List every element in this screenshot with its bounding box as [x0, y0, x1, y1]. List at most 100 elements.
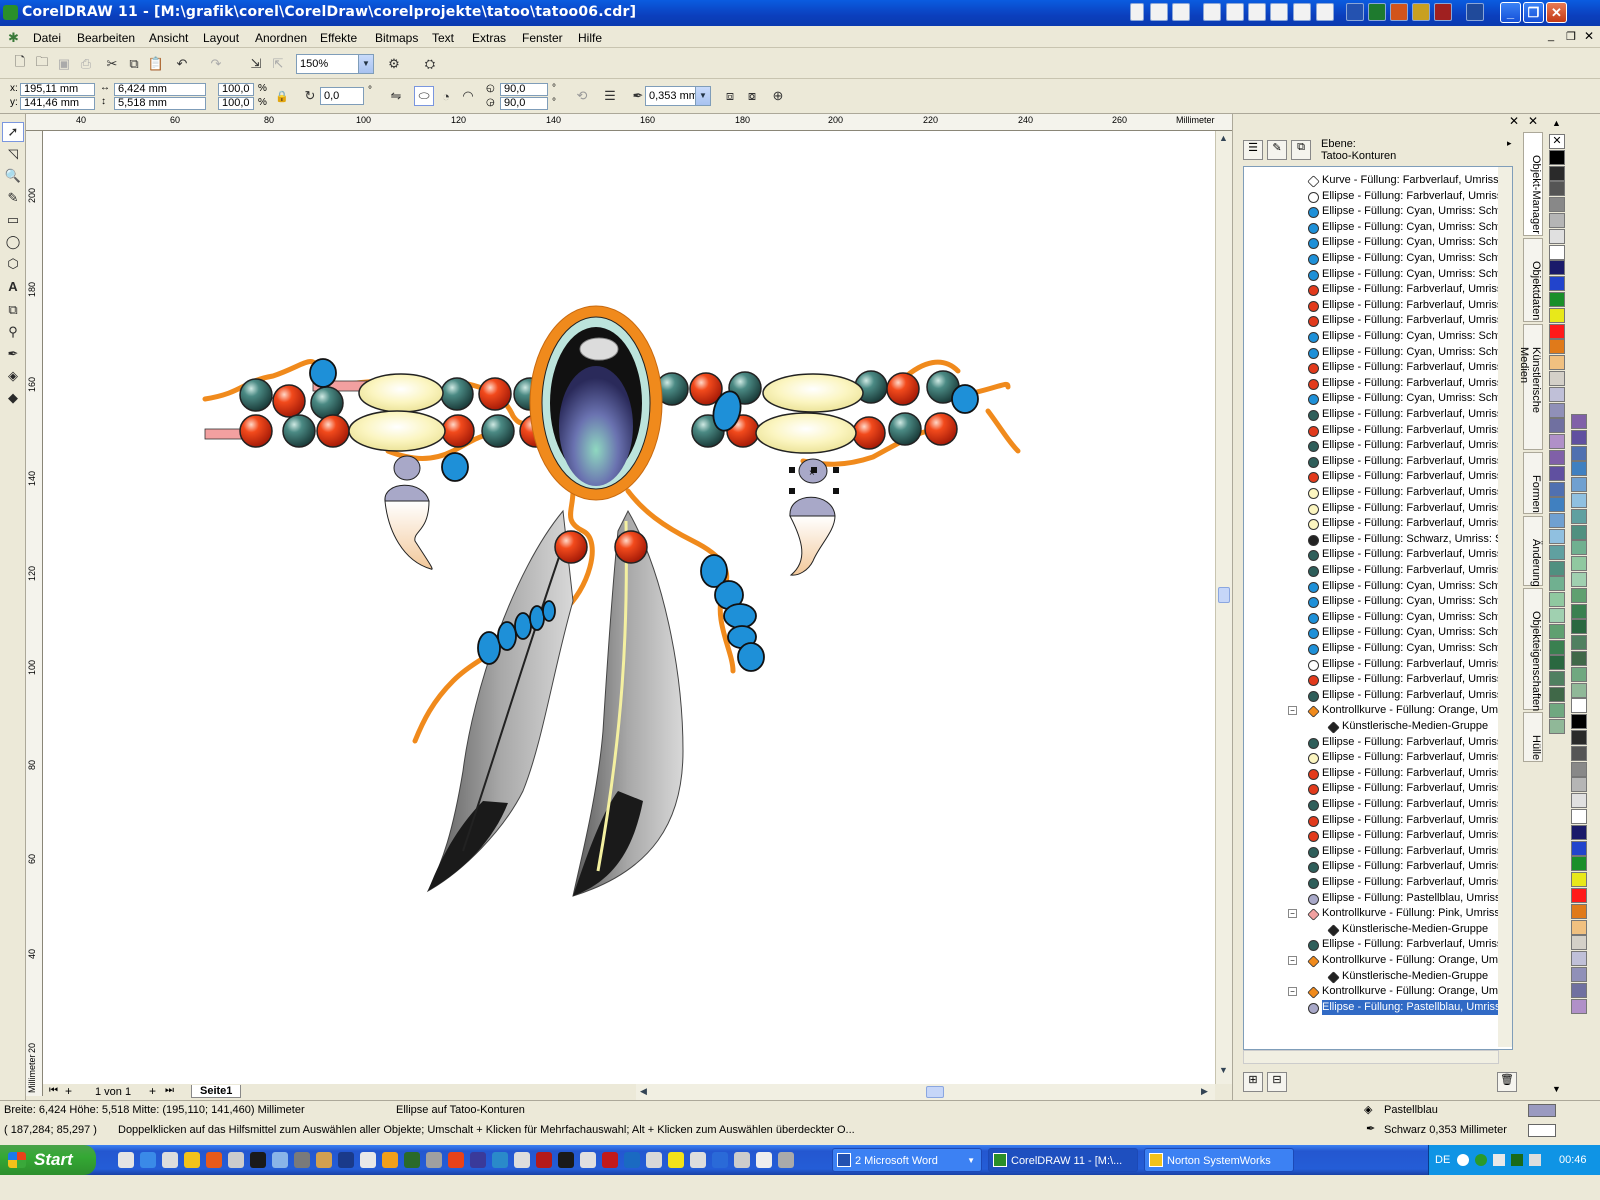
quicklaunch-icon[interactable] — [492, 1152, 508, 1168]
color-swatch[interactable] — [1571, 508, 1587, 524]
quicklaunch-icon[interactable] — [1226, 3, 1244, 21]
quicklaunch-icon[interactable] — [690, 1152, 706, 1168]
color-swatch[interactable] — [1571, 651, 1587, 666]
quicklaunch-icon[interactable] — [712, 1152, 728, 1168]
quicklaunch-icon[interactable] — [624, 1152, 640, 1168]
tab-objektdaten[interactable]: Objektdaten — [1523, 238, 1543, 322]
color-swatch[interactable] — [1549, 623, 1565, 639]
polygon-tool-icon[interactable]: ⬡ — [2, 254, 24, 274]
color-swatch[interactable] — [1549, 355, 1565, 371]
mail-icon[interactable] — [1203, 3, 1221, 21]
delete-icon[interactable]: 🗑 — [1497, 1072, 1517, 1092]
lock-ratio-icon[interactable]: 🔒 — [272, 86, 292, 106]
save-icon[interactable]: ▣ — [54, 54, 74, 74]
menu-text[interactable]: Text — [432, 31, 454, 45]
color-swatch[interactable] — [1571, 809, 1587, 824]
color-swatch[interactable] — [1571, 619, 1587, 635]
scroll-up-icon[interactable]: ▲ — [1219, 133, 1228, 143]
color-swatch[interactable] — [1549, 292, 1565, 307]
tray-icon[interactable] — [1511, 1154, 1523, 1166]
tab-aenderung[interactable]: Änderung — [1523, 516, 1543, 587]
doc-minimize-button[interactable]: _ — [1548, 30, 1554, 42]
vertical-ruler[interactable]: 200 180 160 140 120 100 80 60 40 20 Mill… — [26, 131, 43, 1096]
last-page-icon[interactable]: ⏭ — [165, 1085, 174, 1096]
tree-hscroll[interactable] — [1243, 1050, 1499, 1064]
width-input[interactable]: 6,424 mm — [114, 83, 206, 96]
scroll-thumb[interactable] — [926, 1086, 944, 1098]
color-swatch[interactable] — [1549, 639, 1565, 655]
paste-icon[interactable]: 📋 — [146, 54, 166, 74]
quicklaunch-icon[interactable] — [206, 1152, 222, 1168]
menu-anordnen[interactable]: Anordnen — [255, 31, 307, 45]
tray-icon[interactable] — [1475, 1154, 1487, 1166]
color-swatch[interactable] — [1571, 919, 1587, 935]
color-swatch[interactable] — [1549, 465, 1565, 481]
horizontal-scrollbar[interactable]: ◀ ▶ — [636, 1084, 1215, 1100]
color-swatch[interactable] — [1571, 603, 1587, 619]
color-swatch[interactable] — [1571, 888, 1587, 903]
color-swatch[interactable] — [1571, 540, 1587, 556]
quicklaunch-icon[interactable] — [580, 1152, 596, 1168]
y-position-input[interactable]: 141,46 mm — [20, 97, 95, 110]
rotate-icon[interactable]: ↻ — [300, 86, 320, 106]
quicklaunch-icon[interactable] — [514, 1152, 530, 1168]
color-swatch[interactable] — [1549, 244, 1565, 260]
color-swatch[interactable] — [1571, 556, 1587, 572]
copy-icon[interactable]: ⧉ — [124, 54, 144, 74]
tree-vscroll[interactable] — [1498, 167, 1512, 1047]
tab-huelle[interactable]: Hülle — [1523, 712, 1543, 762]
menu-extras[interactable]: Extras — [472, 31, 506, 45]
scroll-down-icon[interactable]: ▼ — [1219, 1065, 1228, 1075]
quicklaunch-icon[interactable] — [1466, 3, 1484, 21]
cut-icon[interactable]: ✂ — [102, 54, 122, 74]
color-swatch[interactable] — [1549, 702, 1565, 718]
new-icon[interactable]: 🗋 — [10, 54, 30, 74]
color-swatch[interactable] — [1549, 418, 1565, 434]
menu-bitmaps[interactable]: Bitmaps — [375, 31, 418, 45]
color-swatch[interactable] — [1571, 856, 1587, 872]
quicklaunch-icon[interactable] — [118, 1152, 134, 1168]
color-swatch[interactable] — [1571, 745, 1587, 761]
maximize-button[interactable]: ❐ — [1523, 2, 1544, 23]
quicklaunch-icon[interactable] — [382, 1152, 398, 1168]
pie-mode-icon[interactable]: ◔ — [436, 86, 456, 106]
color-swatch[interactable] — [1549, 307, 1565, 323]
convert-to-curves-icon[interactable]: ⊕ — [768, 86, 788, 106]
tray-icon[interactable] — [1457, 1154, 1469, 1166]
quicklaunch-icon[interactable] — [272, 1152, 288, 1168]
color-swatch[interactable] — [1549, 513, 1565, 529]
quicklaunch-icon[interactable] — [1150, 3, 1168, 21]
quicklaunch-icon[interactable] — [316, 1152, 332, 1168]
color-swatch[interactable] — [1549, 323, 1565, 339]
color-swatch[interactable] — [1549, 276, 1565, 292]
color-swatch[interactable] — [1549, 592, 1565, 608]
task-norton[interactable]: Norton SystemWorks — [1144, 1148, 1294, 1172]
color-swatch[interactable] — [1549, 560, 1565, 576]
print-icon[interactable]: ⎙ — [76, 54, 96, 74]
menu-ansicht[interactable]: Ansicht — [149, 31, 188, 45]
quicklaunch-icon[interactable] — [1172, 3, 1190, 21]
collapse-icon[interactable]: − — [1288, 987, 1297, 997]
outline-width-select[interactable]: 0,353 mm ▼ — [645, 86, 711, 106]
color-swatch[interactable] — [1571, 493, 1587, 508]
color-swatch[interactable] — [1549, 655, 1565, 671]
palette-arrow-icon[interactable]: ▲ — [1552, 118, 1561, 128]
color-swatch[interactable] — [1571, 698, 1587, 714]
tab-objekteigenschaften[interactable]: Objekteigenschaften — [1523, 588, 1543, 711]
quicklaunch-icon[interactable] — [250, 1152, 266, 1168]
collapse-icon[interactable]: − — [1288, 706, 1297, 716]
color-swatch[interactable] — [1549, 544, 1565, 560]
tab-objekt-manager[interactable]: Objekt-Manager — [1523, 132, 1543, 236]
color-swatch[interactable] — [1549, 529, 1565, 544]
excel-icon[interactable] — [1368, 3, 1386, 21]
direction-icon[interactable]: ⟲ — [572, 86, 592, 106]
color-swatch[interactable] — [1549, 497, 1565, 513]
corel-online-icon[interactable]: ⛭ — [420, 54, 440, 74]
clock[interactable]: 00:46 — [1559, 1154, 1587, 1166]
page-tab[interactable]: Seite1 — [191, 1085, 242, 1098]
quicklaunch-icon[interactable] — [734, 1152, 750, 1168]
color-swatch[interactable] — [1571, 777, 1587, 793]
color-swatch[interactable] — [1549, 197, 1565, 213]
ie-icon[interactable] — [140, 1152, 156, 1168]
color-swatch[interactable] — [1571, 572, 1587, 587]
